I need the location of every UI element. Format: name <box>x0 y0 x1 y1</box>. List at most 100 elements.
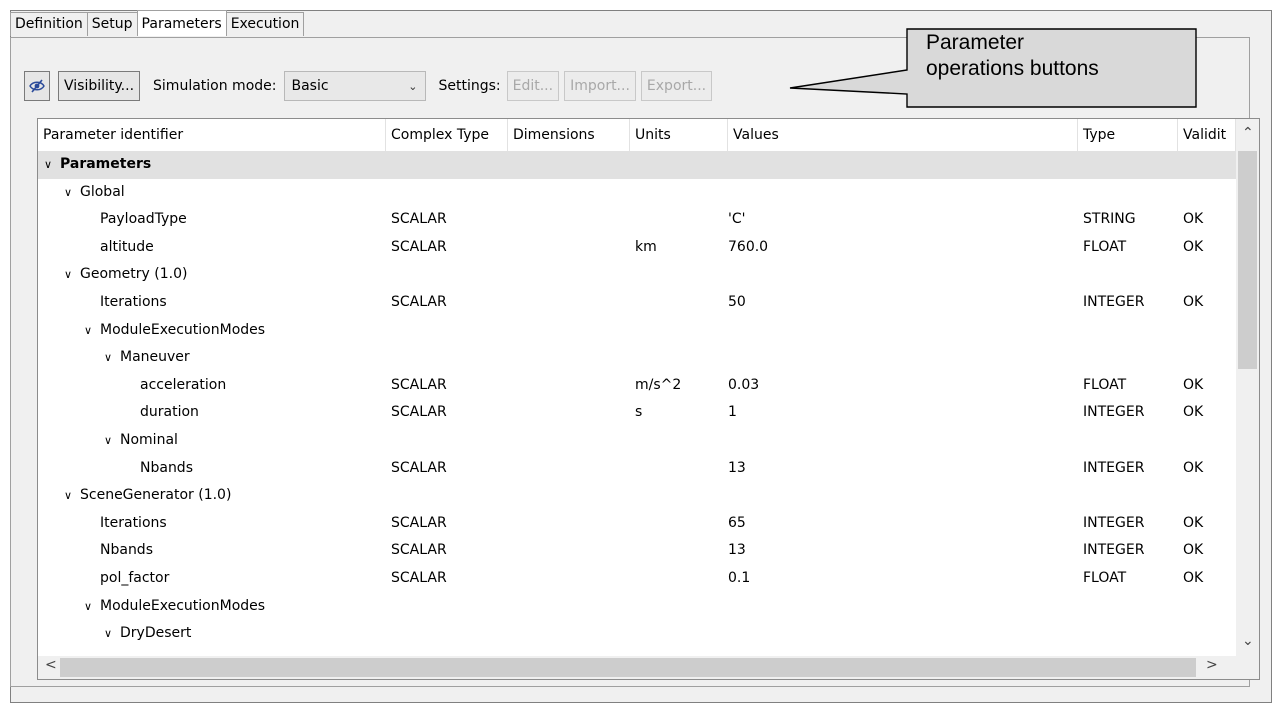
table-row[interactable]: pol_factor SCALAR 0.1 FLOAT OK <box>38 565 1236 593</box>
validity-cell: OK <box>1183 542 1204 559</box>
col-parameter-identifier[interactable]: Parameter identifier <box>38 119 386 151</box>
col-validity[interactable]: Validit <box>1178 119 1236 151</box>
parameter-name: Geometry (1.0) <box>80 266 188 283</box>
callout-label: Parameter operations buttons <box>926 30 1099 82</box>
scroll-right-icon[interactable]: > <box>1206 657 1218 673</box>
validity-cell: OK <box>1183 514 1204 531</box>
expand-chevron-icon[interactable]: ∨ <box>104 427 120 455</box>
value-cell: 0.03 <box>728 376 760 393</box>
table-row[interactable]: ∨ Parameters <box>38 151 1236 179</box>
tab-execution[interactable]: Execution <box>225 12 305 36</box>
edit-button[interactable]: Edit... <box>506 71 560 101</box>
expand-chevron-icon[interactable]: ∨ <box>84 317 100 345</box>
table-row[interactable]: acceleration SCALAR m/s^2 0.03 FLOAT OK <box>38 372 1236 400</box>
value-cell: 0.1 <box>728 569 751 586</box>
table-row[interactable]: altitude SCALAR km 760.0 FLOAT OK <box>38 234 1236 262</box>
parameter-name: DryDesert <box>120 625 192 642</box>
table-row[interactable]: ∨ ModuleExecutionModes <box>38 593 1236 621</box>
vertical-scrollbar[interactable]: ⌃ ⌄ <box>1236 119 1259 657</box>
scroll-up-icon[interactable]: ⌃ <box>1242 125 1254 141</box>
units-cell: km <box>635 238 657 255</box>
table-row[interactable]: ∨ Nominal <box>38 427 1236 455</box>
import-button[interactable]: Import... <box>564 71 636 101</box>
identifier-cell: altitude <box>100 234 154 262</box>
parameter-name: SceneGenerator (1.0) <box>80 487 232 504</box>
parameter-name: Iterations <box>100 514 167 531</box>
eye-slash-icon[interactable] <box>24 71 50 101</box>
table-row[interactable]: Iterations SCALAR 50 INTEGER OK <box>38 289 1236 317</box>
complex-type-cell: SCALAR <box>391 542 447 559</box>
type-cell: STRING <box>1083 211 1136 228</box>
identifier-cell: pol_factor <box>100 565 169 593</box>
col-dimensions[interactable]: Dimensions <box>508 119 630 151</box>
identifier-cell: ∨ Parameters <box>44 151 151 179</box>
identifier-cell: ∨ Global <box>64 179 125 207</box>
export-button[interactable]: Export... <box>640 71 713 101</box>
col-values[interactable]: Values <box>728 119 1078 151</box>
validity-cell: OK <box>1183 376 1204 393</box>
validity-cell: OK <box>1183 211 1204 228</box>
type-cell: INTEGER <box>1083 542 1145 559</box>
table-row[interactable]: duration SCALAR s 1 INTEGER OK <box>38 399 1236 427</box>
expand-chevron-icon[interactable]: ∨ <box>104 620 120 648</box>
horizontal-scroll-thumb[interactable] <box>60 658 1196 677</box>
identifier-cell: ∨ DryDesert <box>104 620 191 648</box>
complex-type-cell: SCALAR <box>391 459 447 476</box>
table-row[interactable]: ∨ Global <box>38 179 1236 207</box>
parameter-name: Iterations <box>100 293 167 310</box>
type-cell: FLOAT <box>1083 376 1127 393</box>
type-cell: FLOAT <box>1083 569 1127 586</box>
parameter-name: Nominal <box>120 431 178 448</box>
scroll-left-icon[interactable]: < <box>45 657 57 673</box>
simulation-mode-select[interactable]: Basic ⌄ <box>284 71 427 101</box>
table-row[interactable]: Nbands SCALAR 13 INTEGER OK <box>38 537 1236 565</box>
identifier-cell: ∨ ModuleExecutionModes <box>84 593 265 621</box>
tab-setup[interactable]: Setup <box>86 12 138 36</box>
parameter-name: altitude <box>100 238 154 255</box>
parameter-name: ModuleExecutionModes <box>100 597 266 614</box>
chevron-down-icon: ⌄ <box>408 79 418 93</box>
tab-definition[interactable]: Definition <box>10 12 88 36</box>
validity-cell: OK <box>1183 459 1204 476</box>
identifier-cell: Nbands <box>140 455 193 483</box>
table-row[interactable]: Iterations SCALAR 65 INTEGER OK <box>38 510 1236 538</box>
expand-chevron-icon[interactable]: ∨ <box>64 261 80 289</box>
col-units[interactable]: Units <box>630 119 728 151</box>
validity-cell: OK <box>1183 238 1204 255</box>
horizontal-scrollbar[interactable]: < > <box>38 656 1259 679</box>
table-row[interactable]: ∨ DryDesert <box>38 620 1236 648</box>
value-cell: 13 <box>728 542 746 559</box>
expand-chevron-icon[interactable]: ∨ <box>64 482 80 510</box>
complex-type-cell: SCALAR <box>391 569 447 586</box>
visibility-button[interactable]: Visibility... <box>58 71 141 101</box>
validity-cell: OK <box>1183 293 1204 310</box>
table-row[interactable]: PayloadType SCALAR 'C' STRING OK <box>38 206 1236 234</box>
expand-chevron-icon[interactable]: ∨ <box>64 179 80 207</box>
complex-type-cell: SCALAR <box>391 376 447 393</box>
complex-type-cell: SCALAR <box>391 293 447 310</box>
settings-label: Settings: <box>438 78 501 94</box>
value-cell: 65 <box>728 514 746 531</box>
identifier-cell: ∨ Nominal <box>104 427 178 455</box>
expand-chevron-icon[interactable]: ∨ <box>104 344 120 372</box>
table-row[interactable]: ∨ SceneGenerator (1.0) <box>38 482 1236 510</box>
parameter-name: Maneuver <box>120 349 190 366</box>
table-row[interactable]: ∨ ModuleExecutionModes <box>38 317 1236 345</box>
vertical-scroll-thumb[interactable] <box>1238 151 1257 369</box>
value-cell: 1 <box>728 404 737 421</box>
parameter-table: Parameter identifier Complex Type Dimensio… <box>37 118 1260 680</box>
expand-chevron-icon[interactable]: ∨ <box>84 593 100 621</box>
col-complex-type[interactable]: Complex Type <box>386 119 508 151</box>
identifier-cell: Nbands <box>100 537 153 565</box>
table-row[interactable]: ∨ Maneuver <box>38 344 1236 372</box>
table-row[interactable]: ∨ Geometry (1.0) <box>38 261 1236 289</box>
expand-chevron-icon[interactable]: ∨ <box>44 151 60 179</box>
scroll-down-icon[interactable]: ⌄ <box>1242 633 1254 649</box>
type-cell: INTEGER <box>1083 404 1145 421</box>
col-type[interactable]: Type <box>1078 119 1178 151</box>
value-cell: 'C' <box>728 211 746 228</box>
parameter-name: pol_factor <box>100 569 170 586</box>
units-cell: m/s^2 <box>635 376 682 393</box>
tab-parameters[interactable]: Parameters <box>136 10 227 36</box>
table-row[interactable]: Nbands SCALAR 13 INTEGER OK <box>38 455 1236 483</box>
